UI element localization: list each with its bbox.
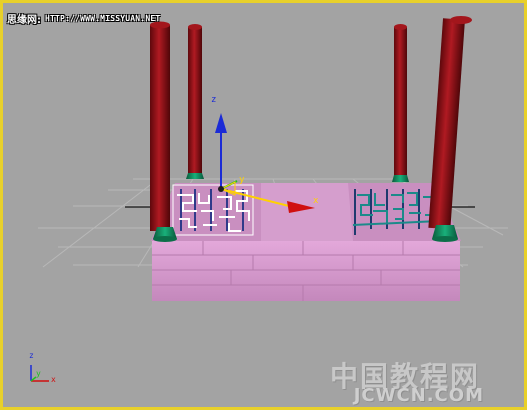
watermark-site-name: 思缘网:	[7, 14, 41, 26]
watermark-latin: JCWCN.COM	[353, 385, 484, 406]
platform-center-block[interactable]	[261, 183, 353, 241]
view-axis-x-label: x	[51, 375, 56, 384]
gizmo-y-label: y	[239, 175, 245, 185]
perspective-viewport[interactable]: z y x z y x 思缘网: HTTP://WWW.MISSYUAN.NET…	[0, 0, 527, 410]
watermark-url: HTTP://WWW.MISSYUAN.NET	[45, 13, 161, 23]
view-axis-z-label: z	[29, 351, 34, 360]
back-left-pillar[interactable]	[186, 24, 204, 179]
platform-front[interactable]	[152, 241, 460, 301]
scene-canvas[interactable]	[3, 3, 527, 410]
front-right-pillar[interactable]	[428, 16, 472, 242]
back-right-pillar[interactable]	[392, 24, 409, 182]
gizmo-z-label: z	[211, 95, 217, 105]
top-watermark: 思缘网: HTTP://WWW.MISSYUAN.NET	[7, 11, 161, 26]
view-axis-y-label: y	[36, 369, 41, 378]
gizmo-x-label: x	[313, 196, 319, 206]
